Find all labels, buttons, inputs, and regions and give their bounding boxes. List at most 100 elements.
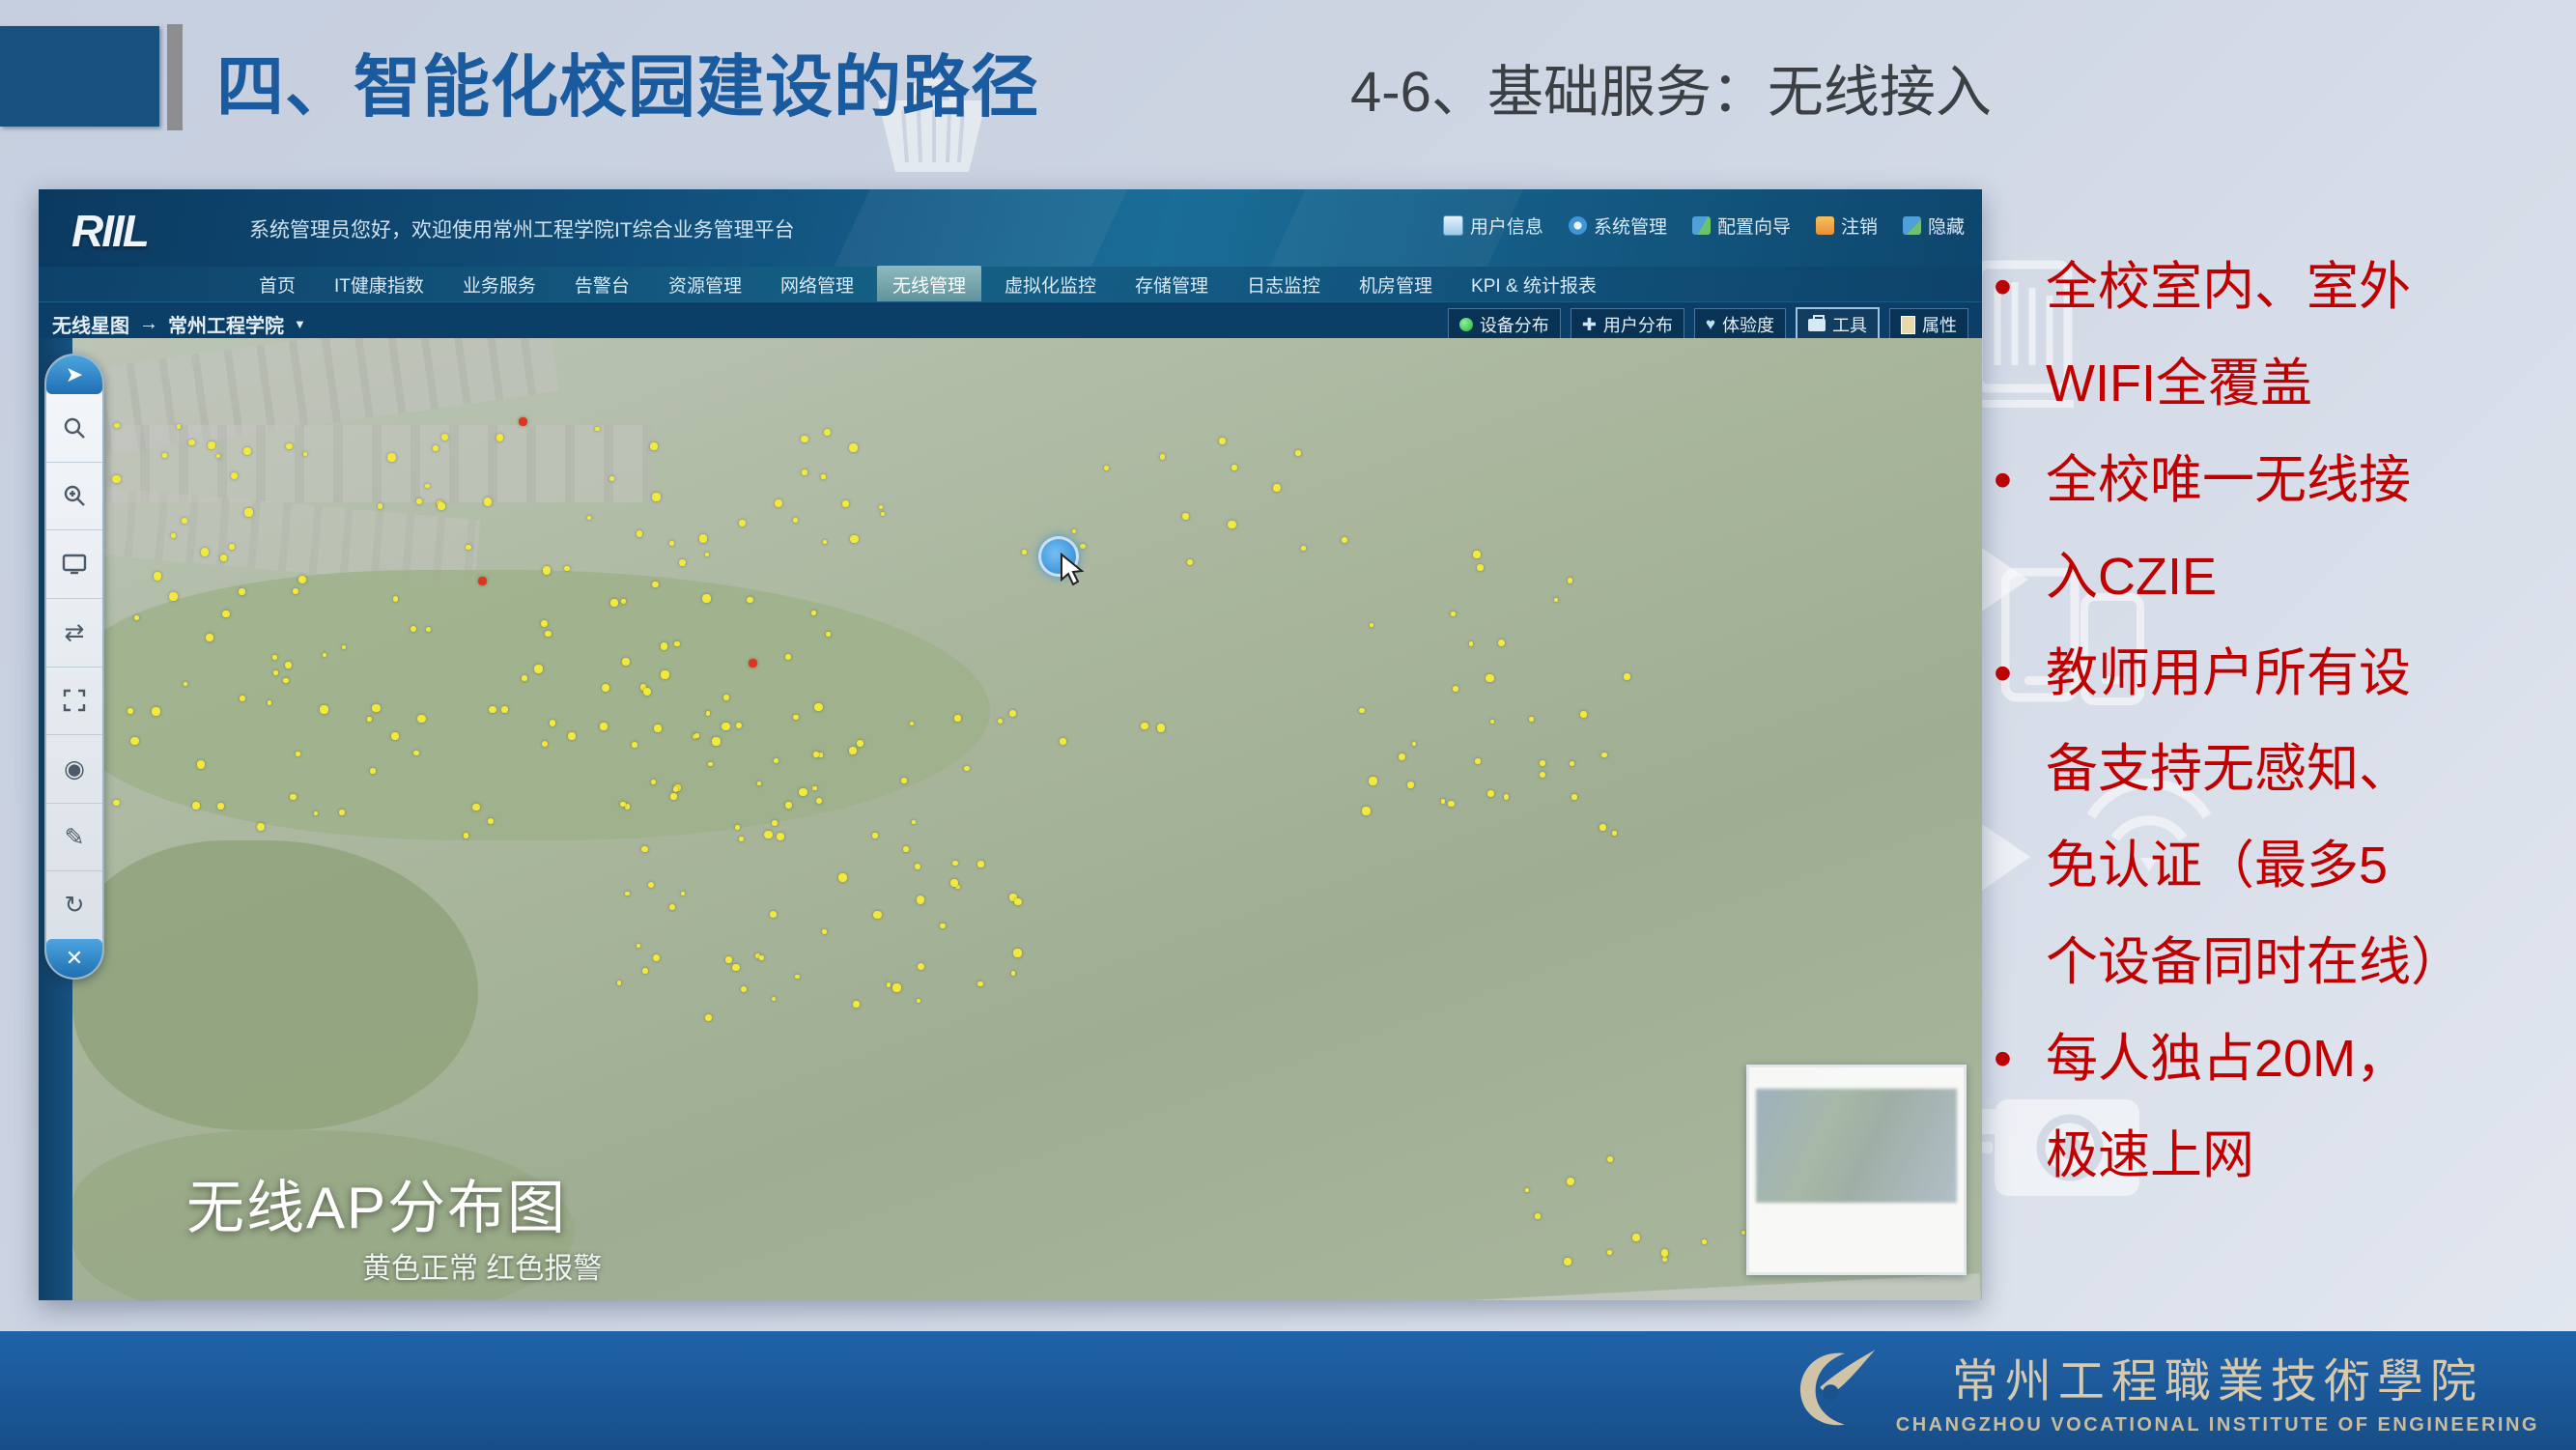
ap-marker-normal[interactable] [641, 846, 648, 853]
ap-marker-normal[interactable] [705, 1014, 712, 1021]
ap-marker-normal[interactable] [1540, 772, 1546, 779]
ap-marker-normal[interactable] [1525, 1188, 1529, 1192]
ap-marker-normal[interactable] [1469, 641, 1473, 645]
ap-marker-normal[interactable] [1219, 438, 1226, 444]
ap-marker-normal[interactable] [466, 545, 471, 551]
ap-marker-normal[interactable] [857, 740, 863, 747]
ap-marker-normal[interactable] [192, 802, 200, 810]
ap-marker-normal[interactable] [1182, 513, 1189, 520]
ap-marker-normal[interactable] [1370, 623, 1373, 627]
ap-marker-normal[interactable] [617, 981, 622, 985]
ap-marker-normal[interactable] [1060, 738, 1066, 745]
ap-marker-normal[interactable] [438, 502, 445, 510]
ap-marker-normal[interactable] [650, 442, 658, 450]
ap-marker-normal[interactable] [342, 645, 346, 649]
ap-marker-normal[interactable] [182, 518, 187, 524]
ap-marker-normal[interactable] [484, 498, 493, 506]
refresh-icon[interactable]: ↻ [46, 870, 102, 939]
ap-marker-normal[interactable] [1359, 708, 1365, 714]
ap-marker-normal[interactable] [501, 706, 508, 713]
ap-marker-normal[interactable] [268, 700, 272, 705]
ap-marker-normal[interactable] [489, 706, 496, 714]
nav-tab[interactable]: 资源管理 [653, 266, 757, 303]
ap-marker-normal[interactable] [1072, 529, 1076, 533]
ap-marker-normal[interactable] [1295, 450, 1301, 456]
ap-marker-normal[interactable] [285, 662, 292, 668]
ap-marker-normal[interactable] [661, 642, 667, 649]
ap-marker-normal[interactable] [152, 707, 160, 716]
ap-marker-normal[interactable] [1529, 717, 1534, 722]
ap-marker-normal[interactable] [917, 999, 920, 1003]
ap-marker-normal[interactable] [320, 705, 327, 713]
wireless-ap-map[interactable]: 无线AP分布图 黄色正常 红色报警 [72, 338, 1982, 1300]
ap-marker-normal[interactable] [722, 723, 729, 730]
ap-marker-normal[interactable] [134, 615, 139, 620]
view-button[interactable]: ✚ 用户分布 [1571, 308, 1684, 341]
ap-marker-normal[interactable] [824, 429, 831, 436]
ap-marker-normal[interactable] [736, 723, 742, 728]
ap-marker-normal[interactable] [303, 452, 307, 456]
nav-tab[interactable]: 网络管理 [765, 266, 869, 303]
ap-marker-normal[interactable] [1187, 559, 1193, 565]
ap-marker-normal[interactable] [998, 719, 1004, 725]
ap-marker-normal[interactable] [977, 861, 984, 867]
ap-marker-normal[interactable] [785, 802, 792, 809]
ap-marker-normal[interactable] [1487, 790, 1494, 797]
ap-marker-normal[interactable] [669, 541, 674, 546]
ap-marker-normal[interactable] [1362, 807, 1371, 815]
ap-marker-normal[interactable] [674, 641, 679, 646]
ap-marker-normal[interactable] [1564, 1258, 1571, 1265]
ap-marker-normal[interactable] [1448, 801, 1454, 807]
ap-marker-normal[interactable] [621, 599, 626, 604]
ap-marker-normal[interactable] [1504, 794, 1510, 800]
ap-marker-normal[interactable] [653, 954, 660, 961]
ap-marker-normal[interactable] [822, 929, 827, 934]
ap-marker-normal[interactable] [705, 553, 709, 556]
ap-marker-normal[interactable] [1273, 484, 1281, 492]
breadcrumb-current[interactable]: 常州工程学院 [168, 310, 284, 338]
ap-marker-normal[interactable] [609, 476, 614, 481]
ap-marker-normal[interactable] [1568, 578, 1572, 583]
ap-marker-normal[interactable] [1490, 720, 1495, 725]
ap-marker-normal[interactable] [1451, 611, 1456, 616]
ap-marker-normal[interactable] [642, 968, 648, 974]
ap-marker-normal[interactable] [812, 786, 817, 791]
ap-marker-normal[interactable] [879, 505, 883, 509]
ap-marker-normal[interactable] [977, 981, 982, 986]
ap-marker-normal[interactable] [873, 911, 882, 920]
minimap[interactable] [1746, 1065, 1967, 1275]
ap-marker-normal[interactable] [849, 443, 858, 452]
ap-marker-normal[interactable] [587, 516, 591, 520]
ap-marker-normal[interactable] [293, 588, 298, 594]
ap-marker-normal[interactable] [1741, 1231, 1746, 1236]
ap-marker-normal[interactable] [370, 768, 376, 774]
view-button[interactable]: 属性 [1889, 308, 1968, 341]
ap-marker-normal[interactable] [887, 982, 892, 987]
locate-icon[interactable]: ◉ [46, 734, 102, 803]
ap-marker-normal[interactable] [1228, 521, 1235, 528]
ap-marker-normal[interactable] [793, 715, 799, 721]
ap-marker-normal[interactable] [795, 975, 799, 979]
fullscreen-icon[interactable] [46, 667, 102, 735]
ap-marker-normal[interactable] [283, 678, 288, 683]
ap-marker-normal[interactable] [496, 434, 504, 441]
ap-marker-normal[interactable] [441, 434, 448, 441]
ap-marker-normal[interactable] [220, 554, 227, 561]
ap-marker-normal[interactable] [1399, 753, 1405, 760]
ap-marker-normal[interactable] [620, 802, 626, 808]
ap-marker-normal[interactable] [816, 798, 823, 805]
ap-marker-normal[interactable] [1301, 546, 1306, 551]
ap-marker-normal[interactable] [739, 837, 744, 841]
ap-marker-normal[interactable] [759, 955, 764, 960]
ap-marker-normal[interactable] [625, 892, 629, 896]
ap-marker-normal[interactable] [1014, 898, 1022, 906]
ap-marker-normal[interactable] [243, 447, 251, 455]
ap-marker-normal[interactable] [669, 904, 675, 910]
ap-marker-normal[interactable] [472, 804, 479, 810]
ap-marker-normal[interactable] [543, 566, 551, 574]
ap-marker-normal[interactable] [162, 453, 167, 458]
ap-marker-normal[interactable] [201, 548, 209, 555]
ap-marker-normal[interactable] [764, 831, 772, 839]
ap-marker-normal[interactable] [1567, 1178, 1575, 1186]
nav-tab[interactable]: 机房管理 [1344, 266, 1448, 303]
